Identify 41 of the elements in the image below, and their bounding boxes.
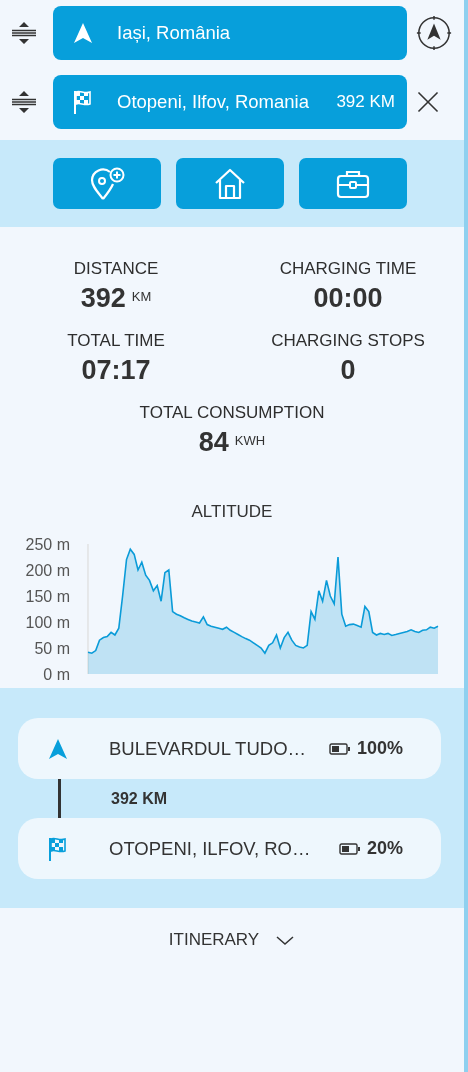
drag-handle-icon[interactable] — [12, 22, 36, 44]
house-icon — [213, 166, 247, 201]
axis-label: 200 m — [25, 562, 70, 579]
axis-label: 150 m — [25, 588, 70, 605]
stat-value: 0 — [340, 355, 356, 386]
location-text: Iași, România — [117, 22, 232, 44]
arrow-icon — [71, 21, 95, 45]
stat-value: 84 — [198, 427, 229, 458]
battery-icon — [328, 742, 351, 755]
stop-card[interactable]: OTOPENI, ILFOV, RO… 20% — [18, 818, 441, 879]
axis-label: 250 m — [25, 536, 70, 553]
axis-label: 0 m — [43, 666, 70, 683]
unit-text: KM — [131, 289, 152, 304]
stat-label: CHARGING STOPS — [271, 331, 425, 351]
chart-title: ALTITUDE — [190, 502, 274, 522]
stat-label: TOTAL TIME — [67, 331, 165, 351]
axis-label: 100 m — [25, 614, 70, 631]
drag-handle-icon[interactable] — [12, 91, 36, 113]
stat-value: 392 — [80, 283, 126, 314]
distance-text: 392 KM — [336, 92, 395, 112]
add-stop-button[interactable] — [53, 158, 161, 209]
stat-label: TOTAL CONSUMPTION — [139, 403, 325, 423]
stat-label: CHARGING TIME — [279, 259, 417, 279]
axis-label: 50 m — [34, 640, 70, 657]
work-button[interactable] — [299, 158, 407, 209]
battery-percent: 100% — [356, 738, 403, 759]
itinerary-toggle[interactable]: ITINERARY — [164, 928, 300, 952]
stat-label: DISTANCE — [73, 259, 159, 279]
close-icon[interactable] — [415, 89, 441, 115]
unit-text: KWH — [234, 433, 266, 448]
stat-value: 00:00 — [313, 283, 383, 314]
stop-name: OTOPENI, ILFOV, RO… — [109, 837, 309, 860]
home-button[interactable] — [176, 158, 284, 209]
battery-percent: 20% — [366, 838, 403, 859]
leg-distance: 392 KM — [111, 789, 168, 808]
location-text: Otopeni, Ilfov, Romania — [117, 91, 310, 113]
battery-icon — [338, 842, 361, 855]
compass-icon[interactable] — [415, 14, 453, 52]
stat-value: 07:17 — [81, 355, 151, 386]
stop-card[interactable]: BULEVARDUL TUDO… 100% — [18, 718, 441, 779]
stop-name: BULEVARDUL TUDO… — [109, 737, 308, 760]
